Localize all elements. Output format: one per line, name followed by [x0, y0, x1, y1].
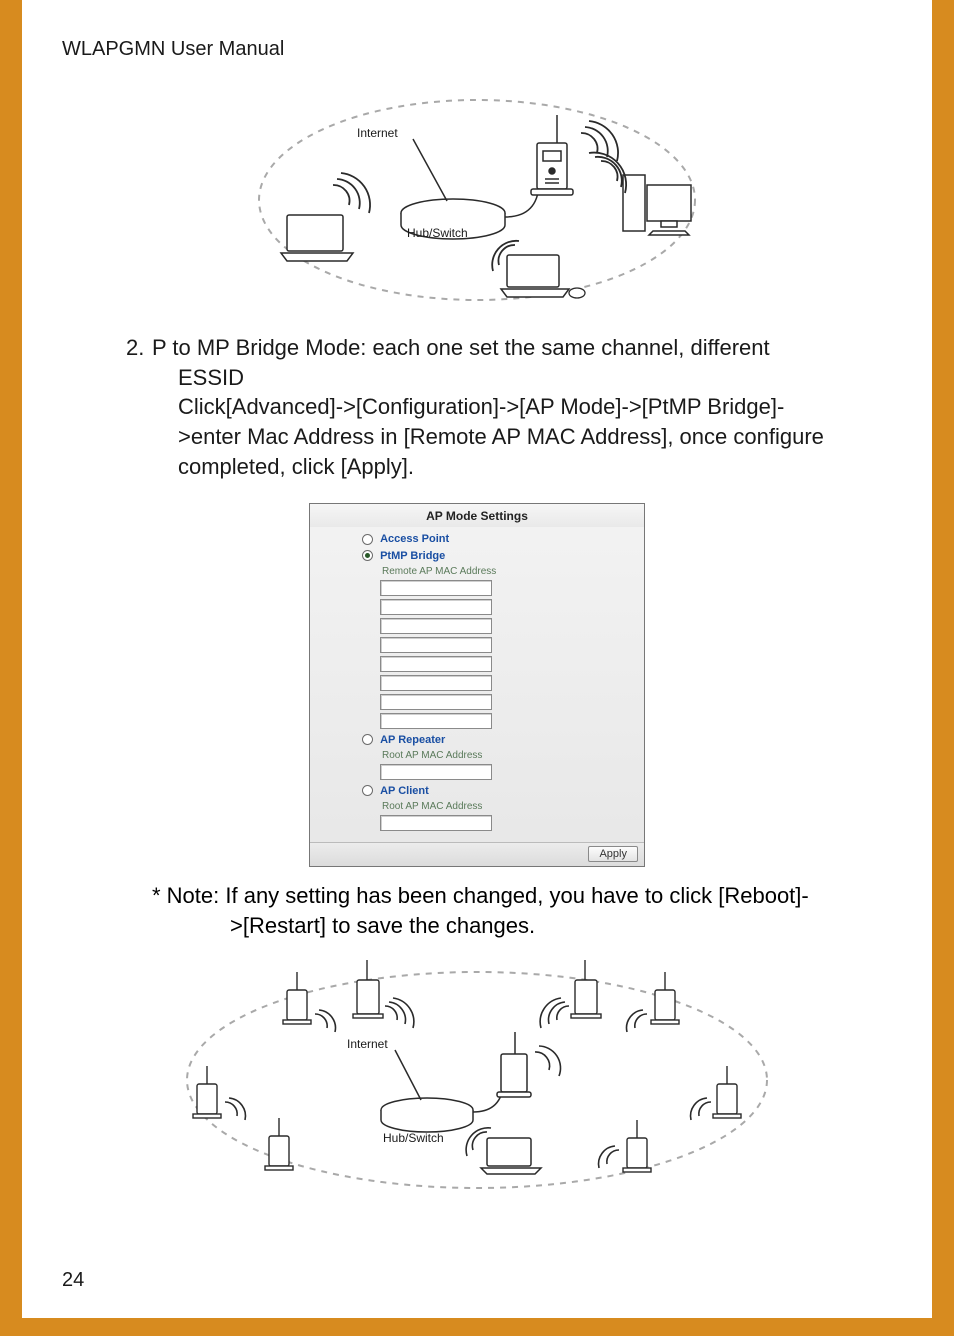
- radio-label: AP Repeater: [380, 734, 445, 746]
- ap-mode-settings-panel: AP Mode Settings Access Point PtMP Bridg…: [309, 503, 645, 866]
- section-2: 2.P to MP Bridge Mode: each one set the …: [152, 333, 862, 481]
- remote-mac-input-6[interactable]: [380, 675, 492, 691]
- remote-mac-input-4[interactable]: [380, 637, 492, 653]
- figure1-hub-label: Hub/Switch: [407, 226, 468, 240]
- figure2-internet-label: Internet: [347, 1037, 388, 1051]
- note-line2: >[Restart] to save the changes.: [152, 911, 862, 941]
- remote-mac-input-5[interactable]: [380, 656, 492, 672]
- remote-mac-input-7[interactable]: [380, 694, 492, 710]
- section2-line3: Click[Advanced]->[Configuration]->[AP Mo…: [152, 392, 862, 422]
- note-line1: * Note: If any setting has been changed,…: [152, 881, 862, 911]
- radio-access-point[interactable]: Access Point: [362, 531, 634, 547]
- root-mac-input-client[interactable]: [380, 815, 492, 831]
- figure1-internet-label: Internet: [357, 126, 398, 140]
- page-header: WLAPGMN User Manual: [62, 38, 892, 61]
- root-mac-label-2: Root AP MAC Address: [382, 801, 634, 812]
- remote-mac-input-1[interactable]: [380, 580, 492, 596]
- radio-ap-client[interactable]: AP Client: [362, 783, 634, 799]
- section2-line2: ESSID: [152, 363, 862, 393]
- radio-icon: [362, 734, 373, 745]
- radio-ap-repeater[interactable]: AP Repeater: [362, 732, 634, 748]
- network-diagram-2: Internet Hub/Switch: [62, 950, 892, 1205]
- remote-mac-input-3[interactable]: [380, 618, 492, 634]
- radio-label: AP Client: [380, 785, 429, 797]
- remote-mac-input-8[interactable]: [380, 713, 492, 729]
- section2-line5: completed, click [Apply].: [152, 452, 862, 482]
- figure2-hub-label: Hub/Switch: [383, 1131, 444, 1145]
- remote-mac-input-2[interactable]: [380, 599, 492, 615]
- apply-button[interactable]: Apply: [588, 846, 638, 862]
- radio-icon: [362, 550, 373, 561]
- list-number: 2.: [126, 333, 152, 363]
- section2-line1: P to MP Bridge Mode: each one set the sa…: [152, 335, 770, 360]
- radio-label: Access Point: [380, 534, 449, 546]
- radio-icon: [362, 534, 373, 545]
- radio-icon: [362, 785, 373, 796]
- root-mac-input-repeater[interactable]: [380, 764, 492, 780]
- radio-ptmp-bridge[interactable]: PtMP Bridge: [362, 548, 634, 564]
- panel-title: AP Mode Settings: [310, 504, 644, 527]
- manual-page: WLAPGMN User Manual Internet: [22, 0, 932, 1318]
- radio-label: PtMP Bridge: [380, 550, 445, 562]
- note-block: * Note: If any setting has been changed,…: [152, 881, 862, 940]
- remote-mac-label: Remote AP MAC Address: [382, 566, 634, 577]
- page-number: 24: [62, 1269, 84, 1292]
- network-diagram-1: Internet Hub/Switch: [62, 85, 892, 315]
- section2-line4: >enter Mac Address in [Remote AP MAC Add…: [152, 422, 862, 452]
- root-mac-label-1: Root AP MAC Address: [382, 750, 634, 761]
